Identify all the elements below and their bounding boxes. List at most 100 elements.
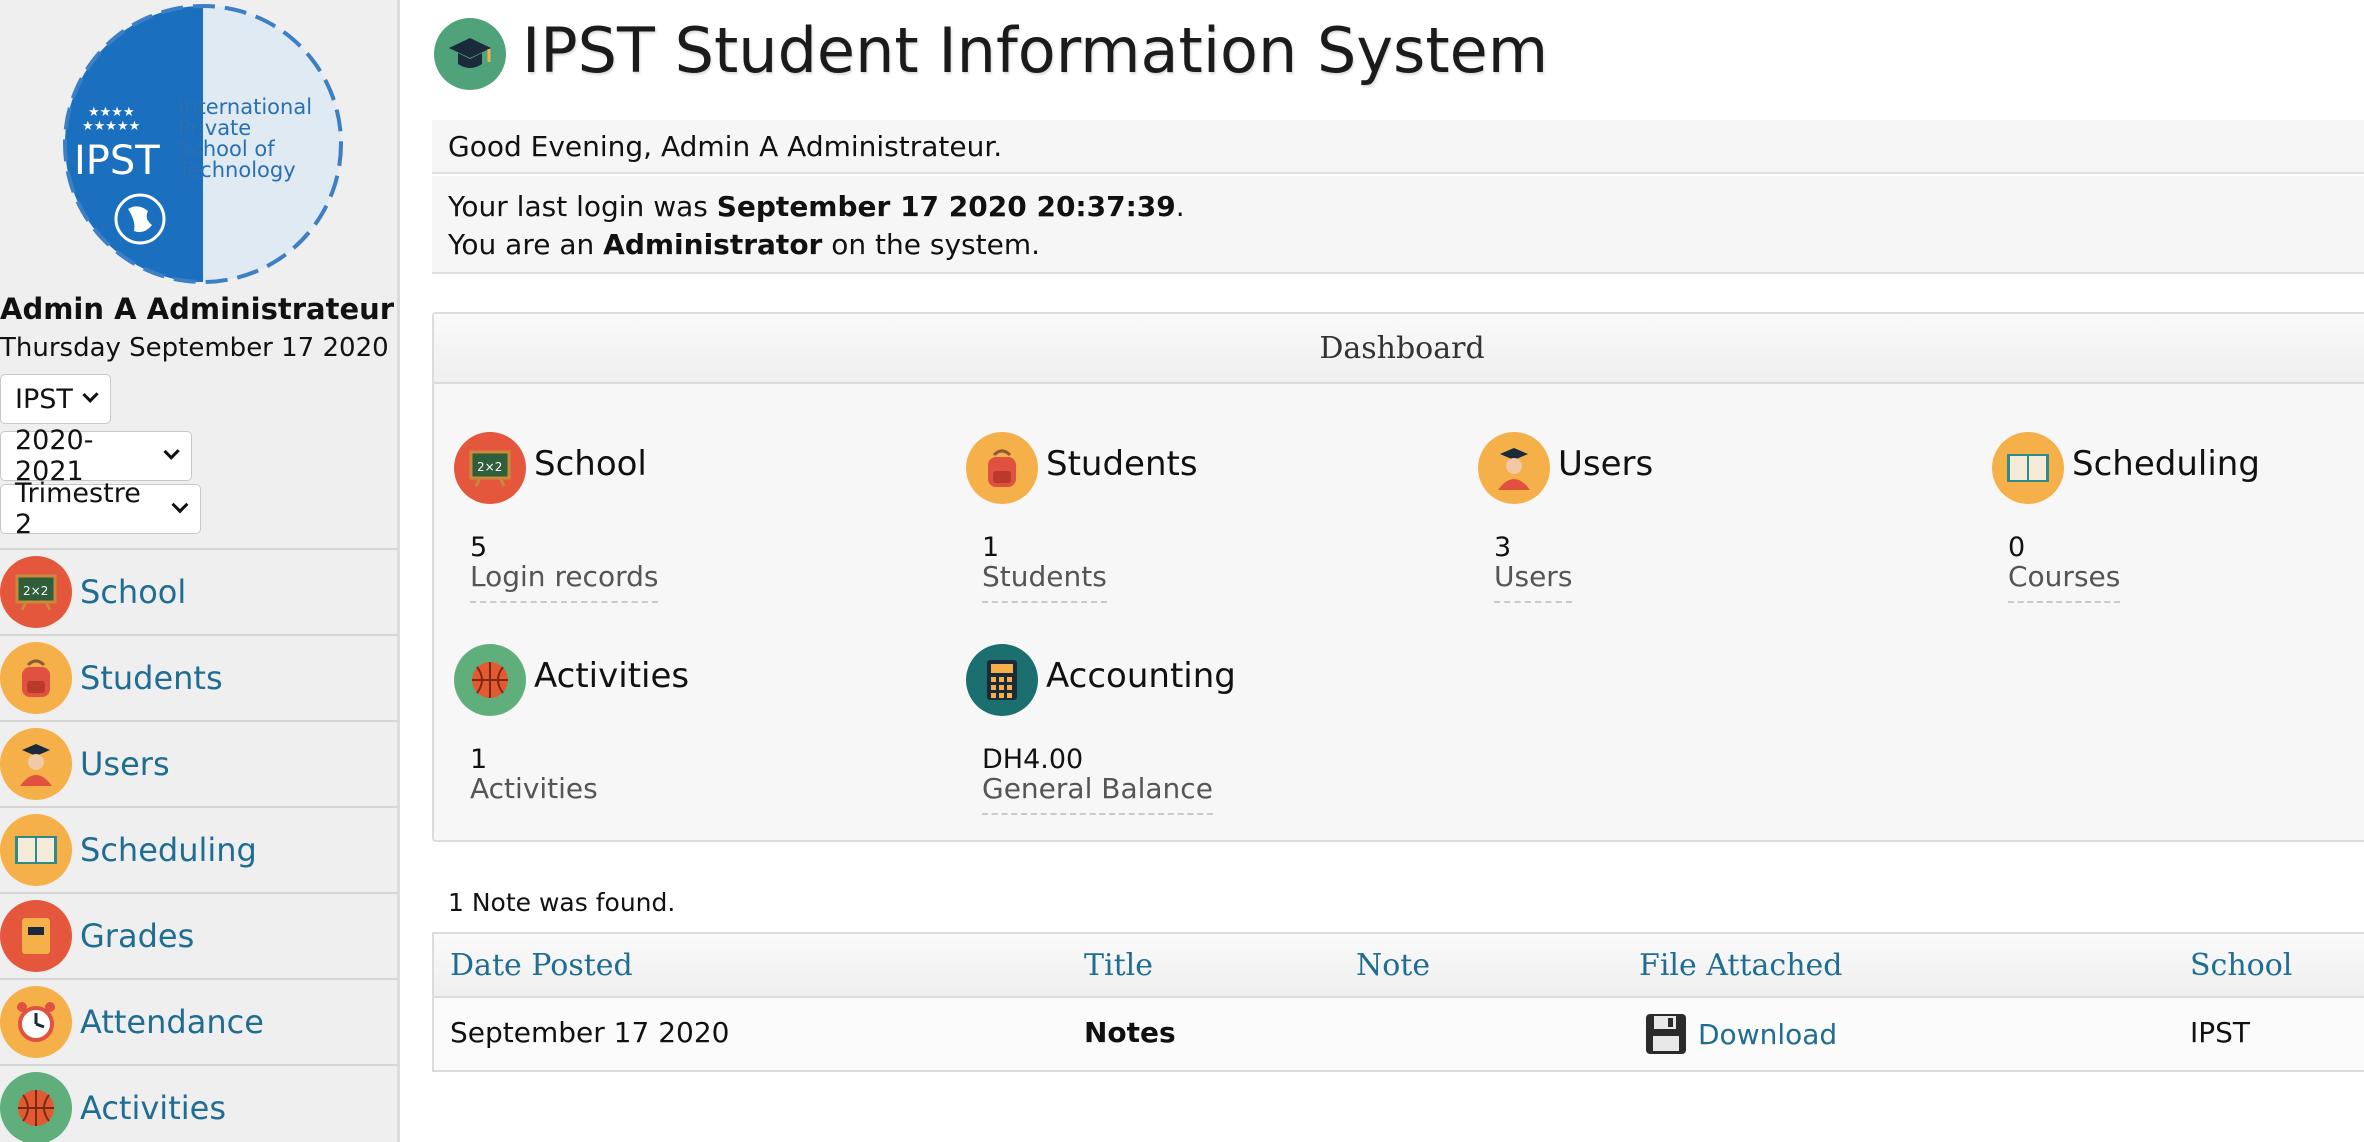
tile-label[interactable]: Login records bbox=[470, 560, 659, 603]
dashboard-panel: Dashboard 2×2 School 5 Login records Stu… bbox=[432, 312, 2364, 842]
last-login-line: Your last login was September 17 2020 20… bbox=[448, 188, 2364, 226]
download-link[interactable]: Download bbox=[1644, 1012, 1837, 1056]
user-name: Admin A Administrateur bbox=[0, 292, 395, 326]
notes-table: Date Posted Title Note File Attached Sch… bbox=[432, 932, 2364, 1072]
notes-count: 1 Note was found. bbox=[448, 888, 676, 917]
tile-value: 3 bbox=[1494, 532, 1512, 563]
grade-book-icon bbox=[0, 900, 72, 972]
last-login-prefix: Your last login was bbox=[448, 190, 717, 223]
sidebar-item-activities[interactable]: Activities bbox=[0, 1064, 397, 1142]
table-header-row: Date Posted Title Note File Attached Sch… bbox=[434, 934, 2364, 998]
school-select[interactable]: IPST bbox=[0, 374, 111, 424]
sidebar-item-label: Scheduling bbox=[80, 831, 257, 869]
column-header-file-attached[interactable]: File Attached bbox=[1639, 948, 1843, 983]
tile-label[interactable]: Students bbox=[982, 560, 1107, 603]
tile-label[interactable]: General Balance bbox=[982, 772, 1213, 815]
floppy-disk-icon bbox=[1646, 1014, 1686, 1054]
tile-title: Students bbox=[1046, 444, 1198, 484]
dashboard-tile-users[interactable]: Users 3 Users bbox=[1458, 432, 1938, 632]
dashboard-tile-students[interactable]: Students 1 Students bbox=[946, 432, 1426, 632]
last-login-suffix: . bbox=[1175, 190, 1185, 223]
note-date: September 17 2020 bbox=[450, 1016, 730, 1049]
tile-value: DH4.00 bbox=[982, 744, 1084, 775]
sidebar-nav: 2×2 School Students Users Scheduling Gra… bbox=[0, 548, 397, 1142]
note-school: IPST bbox=[2190, 1016, 2251, 1049]
dashboard-tile-scheduling[interactable]: Scheduling 0 Courses bbox=[1972, 432, 2364, 632]
sidebar-item-label: Users bbox=[80, 745, 170, 783]
chevron-down-icon bbox=[171, 496, 189, 514]
logo-abbrev: IPST bbox=[74, 138, 160, 184]
logo-line-4: Technology bbox=[177, 158, 296, 182]
sidebar-item-label: Activities bbox=[80, 1089, 226, 1127]
graduate-user-icon bbox=[0, 728, 72, 800]
dashboard-tile-activities[interactable]: Activities 1 Activities bbox=[434, 644, 914, 844]
school-logo[interactable]: ★★★★ ★★★★★ IPST International Private Sc… bbox=[58, 4, 348, 286]
term-select[interactable]: Trimestre 2 bbox=[0, 478, 201, 540]
download-label: Download bbox=[1698, 1017, 1838, 1051]
chevron-down-icon bbox=[162, 443, 180, 461]
column-header-school[interactable]: School bbox=[2190, 948, 2292, 983]
tile-title: Users bbox=[1558, 444, 1654, 484]
greeting-banner: Good Evening, Admin A Administrateur. bbox=[432, 120, 2364, 174]
tile-value: 1 bbox=[982, 532, 1000, 563]
sidebar-item-students[interactable]: Students bbox=[0, 634, 397, 720]
tile-label: Activities bbox=[470, 772, 598, 805]
tile-value: 5 bbox=[470, 532, 488, 563]
basketball-icon bbox=[454, 644, 526, 716]
backpack-icon bbox=[966, 432, 1038, 504]
tile-title: Accounting bbox=[1046, 656, 1236, 696]
sidebar: ★★★★ ★★★★★ IPST International Private Sc… bbox=[0, 0, 400, 1142]
svg-text:★★★★: ★★★★ bbox=[88, 105, 135, 120]
tile-title: Activities bbox=[534, 656, 690, 696]
svg-text:2×2: 2×2 bbox=[23, 584, 48, 598]
greeting-text: Good Evening, Admin A Administrateur. bbox=[448, 129, 1003, 163]
ipst-logo-icon: ★★★★ ★★★★★ IPST International Private Sc… bbox=[63, 4, 343, 284]
sidebar-item-users[interactable]: Users bbox=[0, 720, 397, 806]
school-year-select[interactable]: 2020-2021 bbox=[0, 425, 192, 487]
tile-title: School bbox=[534, 444, 647, 484]
table-row: September 17 2020 Notes Download IPST bbox=[434, 998, 2364, 1070]
tile-label[interactable]: Courses bbox=[2008, 560, 2121, 603]
term-select-value: Trimestre 2 bbox=[15, 478, 141, 540]
column-header-date-posted[interactable]: Date Posted bbox=[450, 948, 633, 983]
chalkboard-icon: 2×2 bbox=[0, 556, 72, 628]
sidebar-item-school[interactable]: 2×2 School bbox=[0, 548, 397, 634]
tile-value: 1 bbox=[470, 744, 488, 775]
sidebar-item-attendance[interactable]: Attendance bbox=[0, 978, 397, 1064]
dashboard-tile-school[interactable]: 2×2 School 5 Login records bbox=[434, 432, 914, 632]
user-role: Administrator bbox=[603, 228, 823, 261]
svg-text:2×2: 2×2 bbox=[477, 460, 502, 474]
sidebar-item-scheduling[interactable]: Scheduling bbox=[0, 806, 397, 892]
backpack-icon bbox=[0, 642, 72, 714]
sidebar-item-label: Grades bbox=[80, 917, 195, 955]
alarm-clock-icon bbox=[0, 986, 72, 1058]
page-title: IPST Student Information System bbox=[522, 14, 1549, 87]
sidebar-item-label: Students bbox=[80, 659, 223, 697]
tile-value: 0 bbox=[2008, 532, 2026, 563]
note-title: Notes bbox=[1084, 1016, 1176, 1049]
tile-title: Scheduling bbox=[2072, 444, 2260, 484]
last-login-date: September 17 2020 20:37:39 bbox=[716, 190, 1176, 223]
calculator-icon bbox=[966, 644, 1038, 716]
open-book-icon bbox=[0, 814, 72, 886]
column-header-title[interactable]: Title bbox=[1084, 948, 1153, 983]
dashboard-title: Dashboard bbox=[1319, 330, 1485, 366]
role-prefix: You are an bbox=[448, 228, 604, 261]
dashboard-tile-accounting[interactable]: Accounting DH4.00 General Balance bbox=[946, 644, 1426, 844]
sidebar-item-label: Attendance bbox=[80, 1003, 264, 1041]
school-select-value: IPST bbox=[15, 383, 73, 415]
dashboard-header: Dashboard bbox=[434, 314, 2364, 384]
sidebar-item-label: School bbox=[80, 573, 187, 611]
role-line: You are an Administrator on the system. bbox=[448, 226, 2364, 264]
role-suffix: on the system. bbox=[822, 228, 1041, 261]
basketball-icon bbox=[0, 1072, 72, 1142]
graduation-cap-icon bbox=[434, 18, 506, 90]
open-book-icon bbox=[1992, 432, 2064, 504]
sidebar-item-grades[interactable]: Grades bbox=[0, 892, 397, 978]
graduate-user-icon bbox=[1478, 432, 1550, 504]
current-date: Thursday September 17 2020 bbox=[0, 333, 389, 363]
svg-text:★★★★★: ★★★★★ bbox=[82, 119, 140, 134]
tile-label[interactable]: Users bbox=[1494, 560, 1573, 603]
main-content: IPST Student Information System Good Eve… bbox=[432, 0, 2364, 1142]
column-header-note[interactable]: Note bbox=[1356, 948, 1430, 983]
